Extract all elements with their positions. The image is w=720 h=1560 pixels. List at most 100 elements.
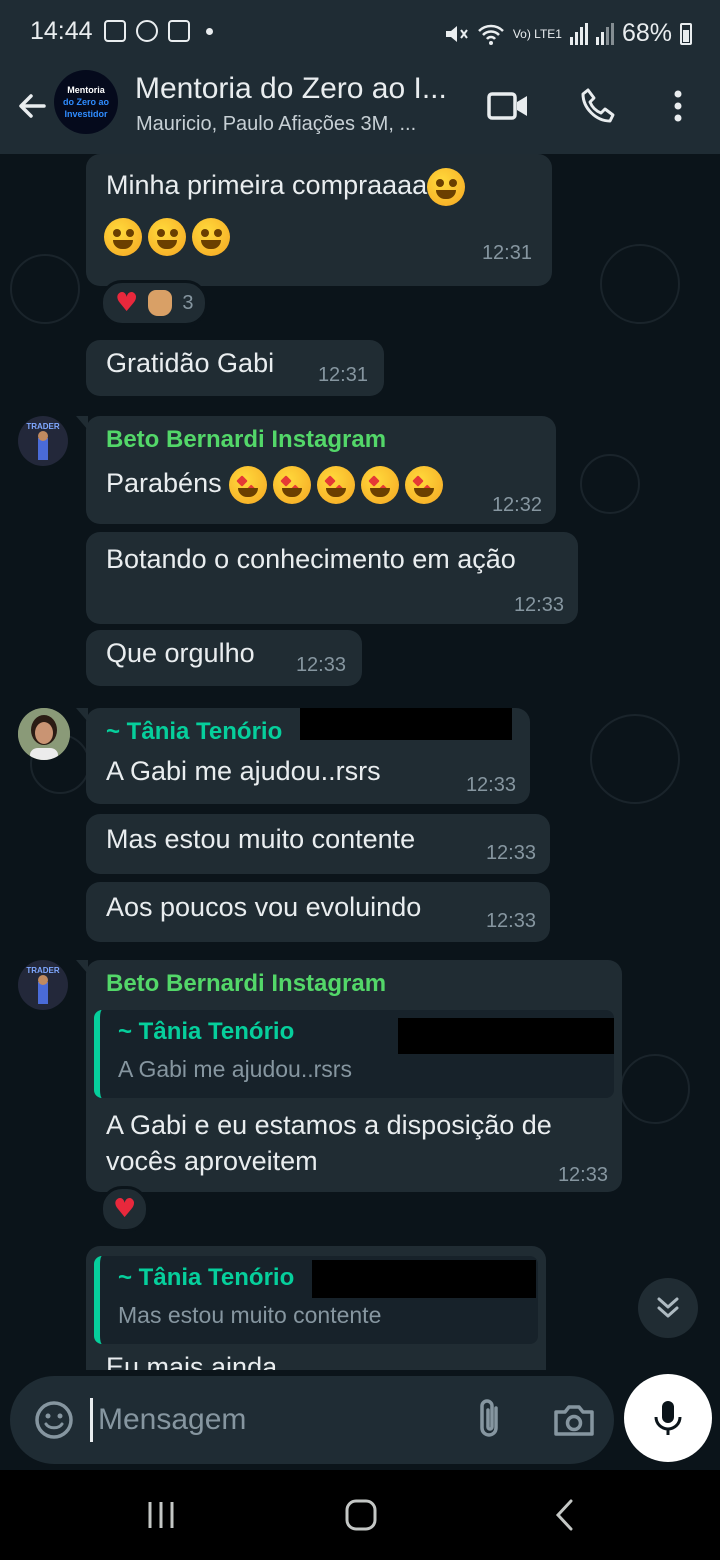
avatar-logo-line3: Investidor [64,109,108,119]
message-text: Aos poucos vou evoluindo [106,892,422,922]
home-icon [345,1499,377,1531]
b-app-notification-icon [136,20,158,42]
person-photo-icon [18,708,70,760]
chat-header: Mentoria do Zero ao Investidor Mentoria … [0,66,720,154]
message-time: 12:33 [513,594,564,616]
heart-reaction-icon: ♥ [115,288,139,318]
message-text-content: Parabéns [106,468,222,499]
wallpaper-doodle [600,244,680,324]
network-type: Vo) LTE1 [512,26,562,41]
status-right: Vo) LTE1 68% [443,19,692,48]
grinning-sweat-emoji [192,218,230,256]
star-struck-emoji [405,466,444,504]
camera-icon[interactable] [550,1396,598,1444]
more-options-icon [674,90,682,122]
redacted-phone-number [312,1260,536,1298]
more-options-button[interactable] [656,84,700,128]
message-bubble[interactable]: ~ Tânia Tenório A Gabi me ajudou..rsrs 1… [76,708,530,804]
sender-name[interactable]: Beto Bernardi Instagram [106,426,386,454]
status-time: 14:44 [30,17,93,45]
star-struck-emoji [229,466,268,504]
message-text-content: Minha primeira compraaaa [106,170,428,201]
message-text-line2: vocês aproveitem [106,1146,318,1176]
gallery-notification-icon [104,20,126,42]
message-bubble[interactable]: Beto Bernardi Instagram Parabéns 12:32 [76,416,556,524]
recent-apps-button[interactable] [136,1492,186,1538]
wifi-icon [477,24,504,45]
mute-icon [445,25,468,42]
quoted-message[interactable]: ~ Tânia Tenório A Gabi me ajudou..rsrs [94,1010,614,1098]
battery-icon [680,22,692,45]
avatar-label: TRADER [26,422,60,431]
video-call-button[interactable] [486,84,530,128]
group-members[interactable]: Mauricio, Paulo Afiações 3M, ... [136,113,466,136]
message-composer [0,1370,720,1470]
avatar-logo-line1: Mentoria [67,85,105,95]
emoji-icon[interactable] [30,1396,78,1444]
sender-name[interactable]: Beto Bernardi Instagram [106,970,386,998]
notification-icons [104,20,213,42]
message-bubble[interactable]: ~ Tânia Tenório Mas estou muito contente… [86,1246,546,1370]
message-bubble[interactable]: Beto Bernardi Instagram ~ Tânia Tenório … [76,960,622,1192]
message-bubble[interactable]: Que orgulho 12:33 [86,630,362,686]
message-text: Gratidão Gabi [106,348,275,378]
trader-avatar-icon: TRADER [18,960,68,1010]
video-call-icon [487,92,527,120]
recent-apps-icon [148,1502,174,1528]
voice-call-button[interactable] [576,84,620,128]
message-bubble[interactable]: Botando o conhecimento em ação 12:33 [86,532,578,624]
chat-area[interactable]: Minha primeira compraaaa 12:31 ♥ 3 Grati… [0,154,720,1370]
message-time: 12:33 [485,842,536,864]
wallpaper-doodle [590,714,680,804]
system-navigation-bar [0,1470,720,1560]
wallpaper-doodle [10,254,80,324]
message-text: Parabéns [106,466,449,504]
partying-face-emoji [104,218,142,256]
member-avatar-beto[interactable]: TRADER [18,416,68,466]
system-back-button[interactable] [540,1492,590,1538]
message-bubble[interactable]: Aos poucos vou evoluindo 12:33 [86,882,550,942]
signal-2-icon [595,22,614,45]
quoted-text: Mas estou muito contente [118,1302,382,1328]
quoted-text: A Gabi me ajudou..rsrs [118,1056,352,1082]
reaction-count: 3 [182,291,194,314]
group-avatar[interactable]: Mentoria do Zero ao Investidor [54,70,118,134]
star-struck-emoji [317,466,356,504]
group-title[interactable]: Mentoria do Zero ao I... [135,72,465,106]
message-time: 12:33 [465,774,516,796]
member-avatar-beto[interactable]: TRADER [18,960,68,1010]
battery-percent: 68% [621,19,672,47]
wallpaper-doodle [580,454,640,514]
scroll-to-bottom-button[interactable] [638,1278,698,1338]
quoted-sender: ~ Tânia Tenório [118,1264,295,1291]
message-bubble[interactable]: Minha primeira compraaaa 12:31 [86,154,552,286]
message-text: Minha primeira compraaaa [106,168,471,206]
clapping-hands-reaction-icon [148,290,173,316]
message-text: Botando o conhecimento em ação [106,544,516,574]
star-struck-emoji [361,466,400,504]
back-arrow-icon[interactable] [12,86,52,126]
message-time: 12:33 [485,910,536,932]
message-input[interactable] [92,1392,452,1448]
partying-face-emoji [427,168,466,206]
status-bar: 14:44 Vo) LTE1 68% [0,0,720,66]
more-notifications-icon [206,27,213,35]
voice-call-icon [581,88,615,123]
paperclip-icon[interactable] [466,1396,514,1444]
message-text: A Gabi me ajudou..rsrs [106,756,381,786]
redacted-phone-number [398,1018,614,1054]
message-text: Que orgulho [106,638,255,668]
chevron-left-icon [555,1499,573,1531]
sender-name[interactable]: ~ Tânia Tenório [106,718,282,746]
emoji-row [104,218,236,256]
message-text-line1: A Gabi e eu estamos a disposição de [106,1110,552,1140]
trader-avatar-icon: TRADER [18,416,68,466]
home-button[interactable] [336,1492,386,1538]
message-bubble[interactable]: Mas estou muito contente 12:33 [86,814,550,874]
message-reactions[interactable]: ♥ 3 [100,280,209,326]
message-reactions[interactable]: ♥ [100,1186,150,1232]
voice-message-button[interactable] [624,1374,712,1462]
quoted-message[interactable]: ~ Tânia Tenório Mas estou muito contente [94,1256,538,1344]
member-avatar-tania[interactable] [18,708,70,760]
message-bubble[interactable]: Gratidão Gabi 12:31 [86,340,384,396]
